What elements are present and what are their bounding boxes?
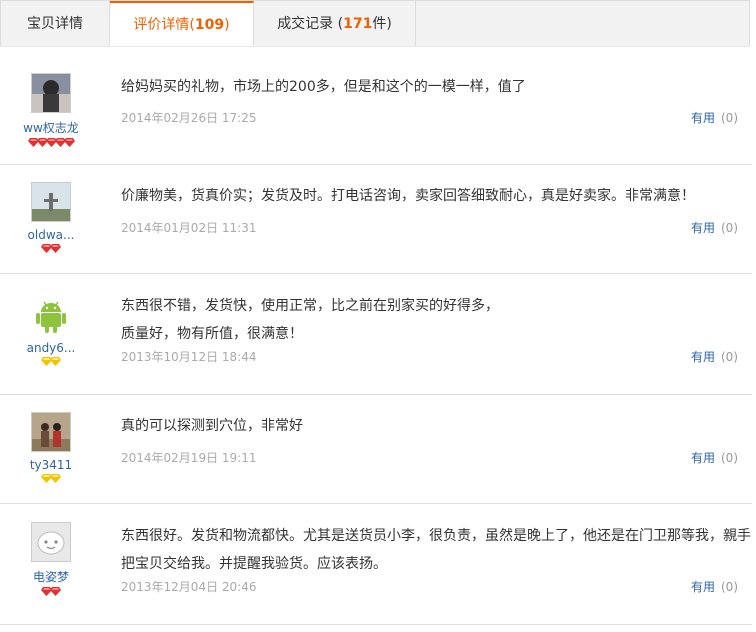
review-line: 给妈妈买的礼物，市场上的200多，但是和这个的一模一样，值了 — [121, 79, 526, 95]
review-date: 2013年12月04日 20:46 — [121, 580, 257, 594]
avatar[interactable] — [31, 295, 71, 335]
review-item: ww权志龙 给妈妈买的礼物，市场上的200多，但是和这个的一模一样，值了 201… — [0, 55, 752, 165]
useful-button[interactable]: 有用 (0) — [691, 449, 738, 466]
tab-label: 宝贝详情 — [27, 16, 83, 32]
review-line: 东西很不错，发货快，使用正常，比之前在别家买的好得多， — [121, 298, 499, 314]
reviewer-name[interactable]: andy6... — [14, 341, 88, 355]
tab-bar: 宝贝详情 评价详情(109) 成交记录 (171件) — [0, 0, 750, 48]
avatar[interactable] — [31, 182, 71, 222]
landscape-avatar-icon — [32, 183, 70, 221]
avatar[interactable] — [31, 412, 71, 452]
useful-count: (0) — [721, 350, 738, 364]
useful-count: (0) — [721, 451, 738, 465]
useful-button[interactable]: 有用 (0) — [691, 109, 738, 126]
buyer-level — [14, 474, 88, 486]
review-date: 2013年10月12日 18:44 — [121, 350, 257, 364]
red-diamond-icon — [50, 587, 61, 596]
red-diamond-icon — [63, 138, 75, 147]
useful-count: (0) — [721, 221, 738, 235]
useful-label: 有用 — [690, 111, 715, 125]
useful-button[interactable]: 有用 (0) — [691, 219, 738, 236]
reviewer-name[interactable]: 电姿梦 — [14, 568, 88, 585]
couple-photo-avatar-icon — [32, 413, 70, 451]
reviewer: andy6... — [14, 295, 88, 369]
review-item: oldwa... 价廉物美，货真价实；发货及时。打电话咨询，卖家回答细致耐心，真… — [0, 165, 752, 274]
review-date: 2014年02月26日 17:25 — [121, 111, 257, 125]
useful-label: 有用 — [690, 221, 715, 235]
buyer-level — [14, 244, 88, 256]
review-line: 真的可以探测到穴位，非常好 — [121, 418, 303, 434]
useful-button[interactable]: 有用 (0) — [691, 348, 738, 365]
photo-avatar-icon — [32, 74, 70, 112]
yellow-diamond-icon — [50, 474, 61, 483]
useful-label: 有用 — [690, 580, 715, 594]
buyer-level — [14, 357, 88, 369]
reviewer-name[interactable]: ww权志龙 — [14, 119, 88, 136]
review-line: 价廉物美，货真价实；发货及时。打电话咨询，卖家回答细致耐心，真是好卖家。非常满意… — [121, 188, 695, 204]
useful-button[interactable]: 有用 (0) — [691, 578, 738, 595]
tab-divider — [0, 46, 750, 47]
avatar[interactable] — [31, 522, 71, 562]
tab-label: 成交记录 ( — [277, 16, 344, 32]
tab-label-suffix: 件) — [372, 16, 392, 32]
useful-label: 有用 — [690, 451, 715, 465]
avatar[interactable] — [31, 73, 71, 113]
reviewer: 电姿梦 — [14, 522, 88, 599]
reviewer: ww权志龙 — [14, 73, 88, 150]
review-text: 真的可以探测到穴位，非常好 — [121, 414, 748, 438]
reviewer-name[interactable]: ty3411 — [14, 458, 88, 472]
review-count: 109 — [194, 17, 225, 33]
reviewer-name[interactable]: oldwa... — [14, 228, 88, 242]
review-text: 给妈妈买的礼物，市场上的200多，但是和这个的一模一样，值了 — [121, 75, 748, 99]
review-date: 2014年01月02日 11:31 — [121, 221, 257, 235]
tab-label-suffix: ) — [224, 17, 230, 33]
review-text: 价廉物美，货真价实；发货及时。打电话咨询，卖家回答细致耐心，真是好卖家。非常满意… — [121, 184, 748, 208]
review-text: 东西很不错，发货快，使用正常，比之前在别家买的好得多， 质量好，物有所值，很满意… — [121, 292, 748, 348]
tab-label: 评价详情( — [133, 17, 195, 33]
review-item: 电姿梦 东西很好。发货和物流都快。尤其是送货员小李，很负责，虽然是晚上了，他还是… — [0, 504, 752, 625]
review-item: ty3411 真的可以探测到穴位，非常好 2014年02月19日 19:11 有… — [0, 395, 752, 504]
useful-count: (0) — [721, 580, 738, 594]
review-line: 把宝贝交给我。并提醒我验货。应该表扬。 — [121, 556, 387, 572]
reviewer: ty3411 — [14, 412, 88, 486]
android-icon — [36, 301, 66, 333]
review-date: 2014年02月19日 19:11 — [121, 451, 257, 465]
default-face-avatar-icon — [32, 523, 70, 561]
tab-transactions[interactable]: 成交记录 (171件) — [254, 1, 416, 47]
yellow-diamond-icon — [50, 357, 61, 366]
useful-count: (0) — [721, 111, 738, 125]
red-diamond-icon — [50, 244, 61, 253]
review-item: andy6... 东西很不错，发货快，使用正常，比之前在别家买的好得多， 质量好… — [0, 274, 752, 395]
buyer-level — [14, 587, 88, 599]
tab-item-details[interactable]: 宝贝详情 — [1, 1, 110, 47]
tab-reviews[interactable]: 评价详情(109) — [110, 1, 254, 48]
review-line: 东西很好。发货和物流都快。尤其是送货员小李，很负责，虽然是晚上了，他还是在门卫那… — [121, 528, 751, 544]
reviewer: oldwa... — [14, 182, 88, 256]
transaction-count: 171 — [343, 16, 373, 32]
useful-label: 有用 — [690, 350, 715, 364]
review-line: 质量好，物有所值，很满意！ — [121, 326, 303, 342]
review-text: 东西很好。发货和物流都快。尤其是送货员小李，很负责，虽然是晚上了，他还是在门卫那… — [121, 522, 751, 578]
buyer-level — [14, 138, 88, 150]
